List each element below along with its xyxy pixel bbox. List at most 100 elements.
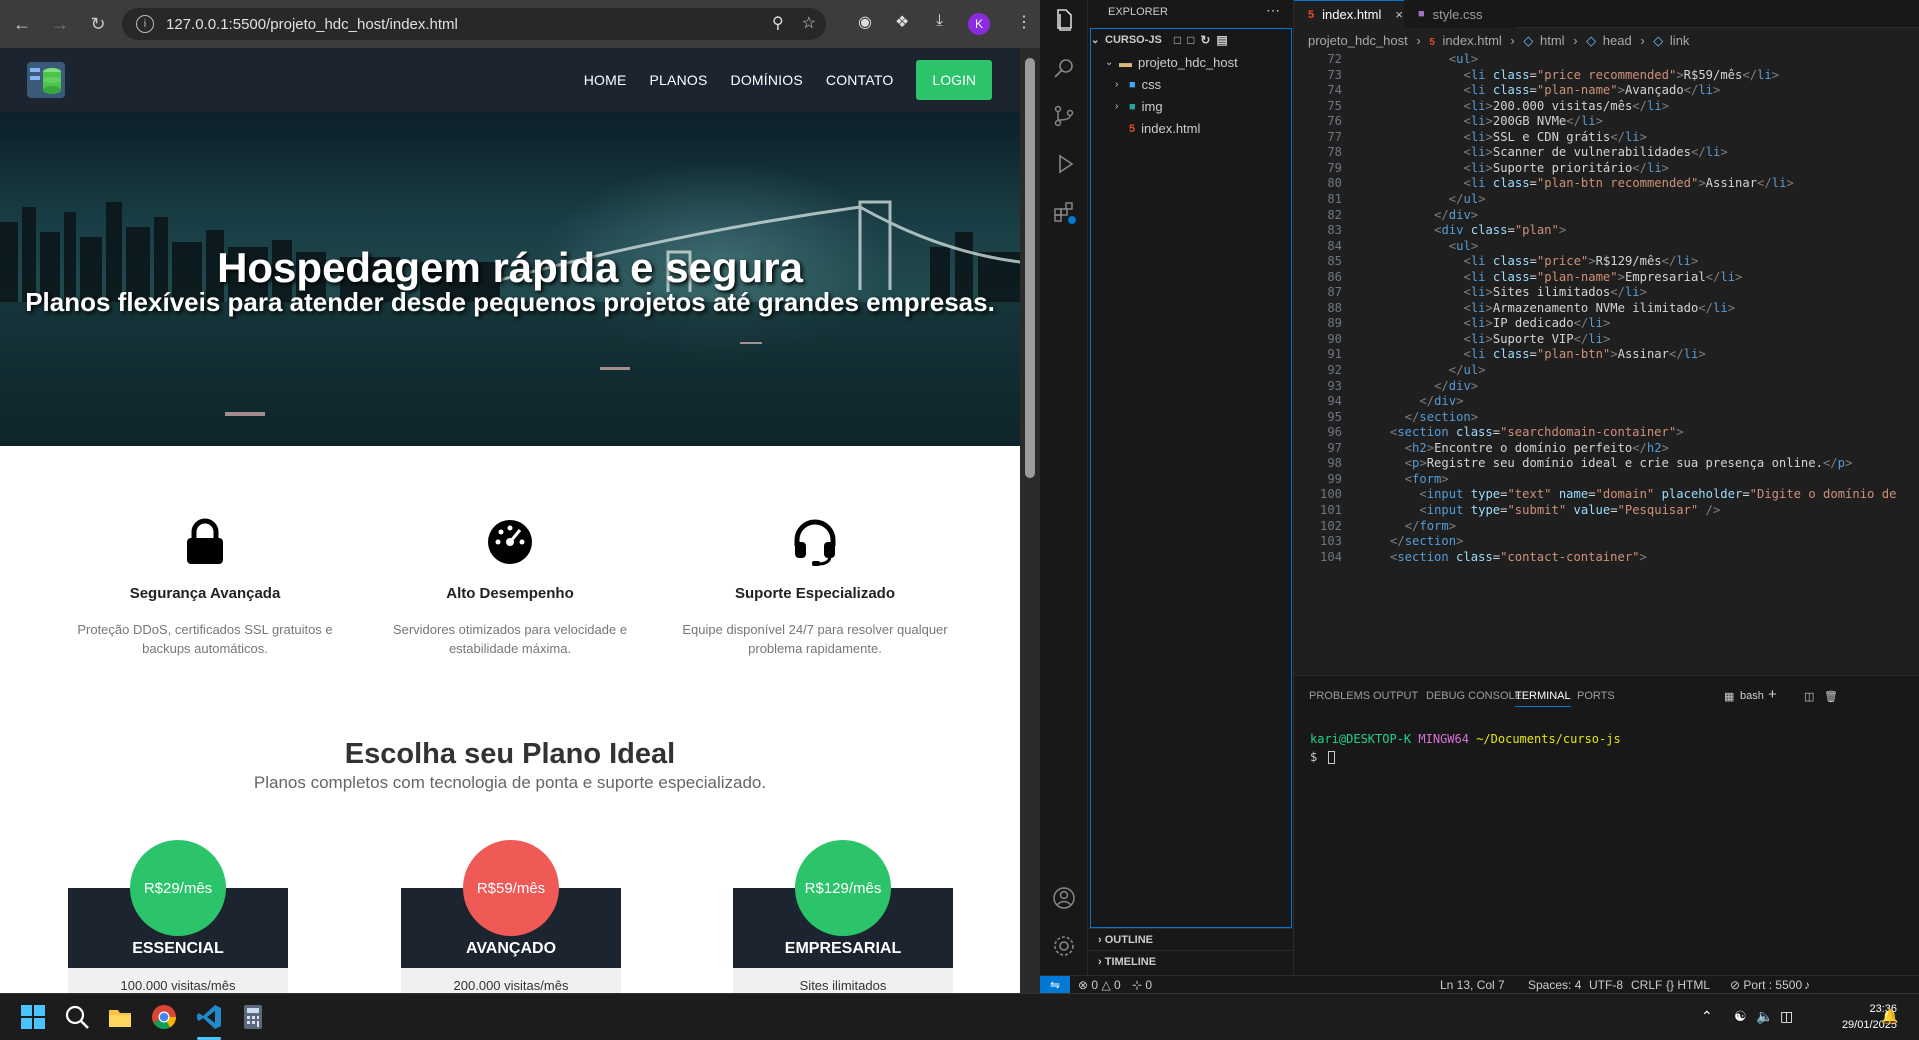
search-icon[interactable] — [1052, 56, 1076, 80]
battery-icon[interactable]: ◫ — [1780, 1008, 1793, 1025]
element-icon: ◇ — [1586, 33, 1597, 48]
url-text[interactable]: 127.0.0.1:5500/projeto_hdc_host/index.ht… — [166, 16, 458, 33]
zoom-icon[interactable]: ⚲ — [772, 13, 784, 33]
feature-title: Alto Desempenho — [446, 585, 574, 602]
code-text: <section class="searchdomain-container"> — [1390, 425, 1684, 440]
extensions-icon[interactable] — [1052, 200, 1076, 224]
code-text: <li>Armazenamento NVMe ilimitado</li> — [1463, 300, 1736, 315]
code-text: <li>Suporte prioritário</li> — [1463, 160, 1670, 175]
nav-contato[interactable]: CONTATO — [826, 72, 894, 88]
speaker-icon[interactable]: 🔈 — [1756, 1008, 1773, 1025]
extensions-puzzle-icon[interactable]: ❖ — [895, 12, 909, 32]
chevron-up-icon[interactable]: ⌃ — [1701, 1008, 1713, 1025]
search-icon[interactable] — [64, 1004, 90, 1030]
tree-folder-project[interactable]: ⌄ ▬ projeto_hdc_host — [1105, 55, 1238, 70]
html-file-icon: 5 — [1129, 122, 1136, 135]
trash-icon[interactable]: 🗑 — [1824, 690, 1838, 703]
bell-icon[interactable]: ♪ — [1804, 978, 1810, 992]
wifi-icon[interactable]: ☯ — [1734, 1008, 1747, 1025]
ports-status[interactable]: ⊹ 0 — [1132, 978, 1152, 992]
line-number: 95 — [1327, 409, 1342, 424]
code-line[interactable]: 104 <section class="contact-container"> — [1294, 550, 1919, 569]
panel-tab-debug-console[interactable]: DEBUG CONSOLE — [1426, 690, 1522, 702]
panel-tab-problems[interactable]: PROBLEMS — [1309, 690, 1370, 702]
scroll-thumb[interactable] — [1025, 58, 1035, 478]
bookmark-star-icon[interactable]: ☆ — [802, 13, 816, 33]
feature-text: Servidores otimizados para velocidade e … — [392, 622, 628, 656]
chrome-icon[interactable] — [151, 1004, 177, 1030]
line-number: 74 — [1327, 83, 1342, 98]
panel-tab-terminal[interactable]: TERMINAL — [1515, 690, 1571, 707]
nav-planos[interactable]: PLANOS — [650, 72, 708, 88]
more-actions-icon[interactable]: ⋯ — [1266, 2, 1280, 19]
address-bar[interactable]: i 127.0.0.1:5500/projeto_hdc_host/index.… — [122, 8, 826, 40]
tab-index-html[interactable]: 5 index.html × — [1294, 0, 1404, 28]
breadcrumb-item[interactable]: head — [1603, 33, 1632, 48]
language-mode[interactable]: {} HTML — [1666, 978, 1710, 992]
panel-tab-ports[interactable]: PORTS — [1577, 690, 1615, 702]
block-icon: ⊘ — [1730, 978, 1741, 992]
breadcrumb-item[interactable]: link — [1670, 33, 1690, 48]
login-button[interactable]: LOGIN — [916, 60, 992, 100]
timeline-section[interactable]: › TIMELINE — [1088, 950, 1294, 972]
indentation[interactable]: Spaces: 4 — [1528, 978, 1581, 992]
extension-icon[interactable]: ◉ — [858, 12, 872, 32]
split-terminal-icon[interactable]: ◫ — [1804, 690, 1814, 703]
code-editor[interactable]: 72 <ul> 73 <li class="price recommended">R$… — [1294, 52, 1919, 675]
reload-icon[interactable]: ↻ — [82, 8, 114, 40]
terminal-prompt: $ — [1310, 750, 1318, 764]
menu-dots-icon[interactable]: ⋮ — [1016, 12, 1032, 32]
chevron-down-icon: ⌄ — [1105, 57, 1114, 68]
workspace-header[interactable]: ⌄ CURSO-JS □□↻▤ — [1091, 33, 1234, 47]
profile-avatar[interactable]: K — [968, 13, 990, 35]
braces-icon: {} — [1666, 978, 1675, 992]
tree-folder-img[interactable]: › ■ img — [1115, 99, 1163, 114]
tab-style-css[interactable]: ■ style.css — [1404, 0, 1516, 28]
download-icon[interactable]: ⤓ — [936, 12, 943, 30]
notification-bell-icon[interactable]: 🔔 — [1881, 1008, 1898, 1025]
settings-gear-icon[interactable] — [1052, 934, 1076, 958]
windows-start-icon[interactable] — [20, 1004, 46, 1030]
terminal-shell-label[interactable]: bash — [1740, 690, 1764, 702]
main-nav: HOME PLANOS DOMÍNIOS CONTATO LOGIN — [584, 60, 992, 100]
outline-section[interactable]: › OUTLINE — [1088, 928, 1294, 950]
back-icon[interactable]: ← — [6, 8, 38, 40]
tree-file-index[interactable]: 5 index.html — [1129, 121, 1200, 136]
terminal-path: ~/Documents/curso-js — [1476, 732, 1621, 746]
forward-icon[interactable]: → — [44, 8, 76, 40]
breadcrumb-item[interactable]: html — [1540, 33, 1565, 48]
panel-tab-output[interactable]: OUTPUT — [1373, 690, 1418, 702]
new-terminal-icon[interactable]: + — [1768, 686, 1777, 703]
cursor-position[interactable]: Ln 13, Col 7 — [1440, 978, 1505, 992]
file-explorer-icon[interactable] — [107, 1004, 133, 1030]
line-number: 82 — [1327, 207, 1342, 222]
line-ending[interactable]: CRLF — [1631, 978, 1662, 992]
site-info-icon[interactable]: i — [136, 15, 154, 33]
terminal-input-line[interactable]: $ — [1310, 750, 1336, 764]
nav-dominios[interactable]: DOMÍNIOS — [731, 72, 803, 88]
source-control-icon[interactable] — [1052, 104, 1076, 128]
run-debug-icon[interactable] — [1052, 152, 1076, 176]
problems-status[interactable]: ⊗ 0 △ 0 — [1078, 978, 1121, 992]
code-text: <h2>Encontre o domínio perfeito</h2> — [1404, 440, 1669, 455]
terminal-shell-icon[interactable]: ▦ — [1724, 690, 1734, 703]
account-icon[interactable] — [1052, 886, 1076, 910]
live-server-port[interactable]: ⊘ Port : 5500 — [1730, 978, 1802, 992]
code-text: <li>IP dedicado</li> — [1463, 316, 1611, 331]
encoding[interactable]: UTF-8 — [1589, 978, 1623, 992]
explorer-files-icon[interactable] — [1052, 8, 1076, 32]
explorer-title: EXPLORER — [1108, 6, 1168, 18]
explorer-actions-icons[interactable]: □□↻▤ — [1174, 33, 1234, 47]
nav-home[interactable]: HOME — [584, 72, 627, 88]
code-text: <li class="price recommended">R$59/mês</… — [1463, 67, 1780, 82]
page-scrollbar[interactable] — [1020, 48, 1040, 993]
close-tab-icon[interactable]: × — [1395, 7, 1403, 22]
code-text: <ul> — [1448, 238, 1479, 253]
tree-folder-css[interactable]: › ■ css — [1115, 77, 1161, 92]
breadcrumb-item[interactable]: projeto_hdc_host — [1308, 33, 1408, 48]
vscode-icon[interactable] — [196, 1004, 222, 1030]
breadcrumb-item[interactable]: index.html — [1443, 33, 1502, 48]
logo-icon[interactable] — [26, 60, 66, 100]
calculator-icon[interactable] — [240, 1004, 266, 1030]
remote-indicator-icon[interactable]: ⇋ — [1040, 976, 1070, 994]
